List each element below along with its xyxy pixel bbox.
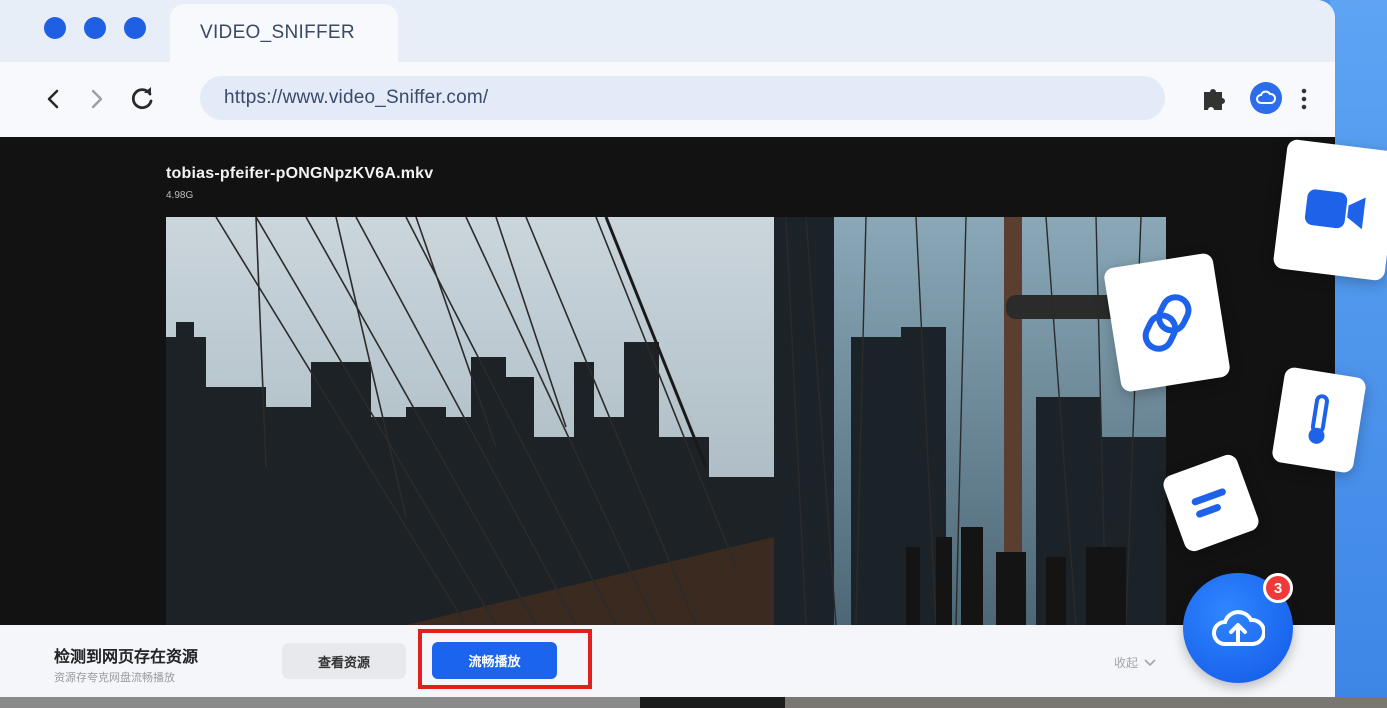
window-maximize-dot[interactable] xyxy=(124,17,146,39)
tab-bar: VIDEO_SNIFFER xyxy=(0,0,1335,62)
browser-toolbar: https://www.video_Sniffer.com/ xyxy=(0,62,1335,137)
back-button[interactable] xyxy=(40,84,66,114)
profile-cloud-icon[interactable] xyxy=(1250,82,1282,114)
collapse-toggle[interactable]: 收起 xyxy=(1114,654,1156,671)
window-close-dot[interactable] xyxy=(44,17,66,39)
collapse-label: 收起 xyxy=(1114,656,1139,670)
cloud-upload-icon xyxy=(1212,610,1265,646)
video-camera-icon xyxy=(1304,189,1366,230)
video-file-card xyxy=(1272,138,1387,282)
desktop-background xyxy=(1330,0,1387,700)
resource-detect-bar: 检测到网页存在资源 资源存夸克网盘流畅播放 查看资源 流畅播放 收起 xyxy=(0,625,1335,697)
video-file-size: 4.98G xyxy=(166,190,194,201)
smooth-play-button[interactable]: 流畅播放 xyxy=(432,642,557,679)
address-bar[interactable]: https://www.video_Sniffer.com/ xyxy=(200,76,1165,120)
window-minimize-dot[interactable] xyxy=(84,17,106,39)
zip-thermometer-icon xyxy=(1308,394,1329,444)
chevron-left-icon xyxy=(47,89,59,109)
more-menu-icon[interactable] xyxy=(1294,86,1314,112)
extensions-icon[interactable] xyxy=(1198,82,1230,114)
detect-title: 检测到网页存在资源 xyxy=(54,649,199,666)
video-file-name: tobias-pfeifer-pONGNpzKV6A.mkv xyxy=(166,165,434,182)
tab-title: VIDEO_SNIFFER xyxy=(200,22,355,43)
link-icon xyxy=(1142,293,1192,352)
reload-button[interactable] xyxy=(130,84,156,114)
url-text: https://www.video_Sniffer.com/ xyxy=(224,87,489,108)
chevron-right-icon xyxy=(91,89,103,109)
chevron-down-icon xyxy=(1144,658,1156,666)
zip-file-card xyxy=(1270,366,1368,474)
link-file-card xyxy=(1102,252,1232,393)
view-resource-button[interactable]: 查看资源 xyxy=(282,643,406,679)
reload-icon xyxy=(131,87,153,110)
detect-subtitle: 资源存夸克网盘流畅播放 xyxy=(54,672,175,684)
document-lines-icon xyxy=(1191,488,1226,518)
bottom-strip xyxy=(0,697,1387,708)
forward-button[interactable] xyxy=(84,84,110,114)
video-preview-image[interactable] xyxy=(166,217,1166,625)
tab-video-sniffer[interactable]: VIDEO_SNIFFER xyxy=(170,4,398,62)
notification-badge: 3 xyxy=(1263,573,1293,603)
